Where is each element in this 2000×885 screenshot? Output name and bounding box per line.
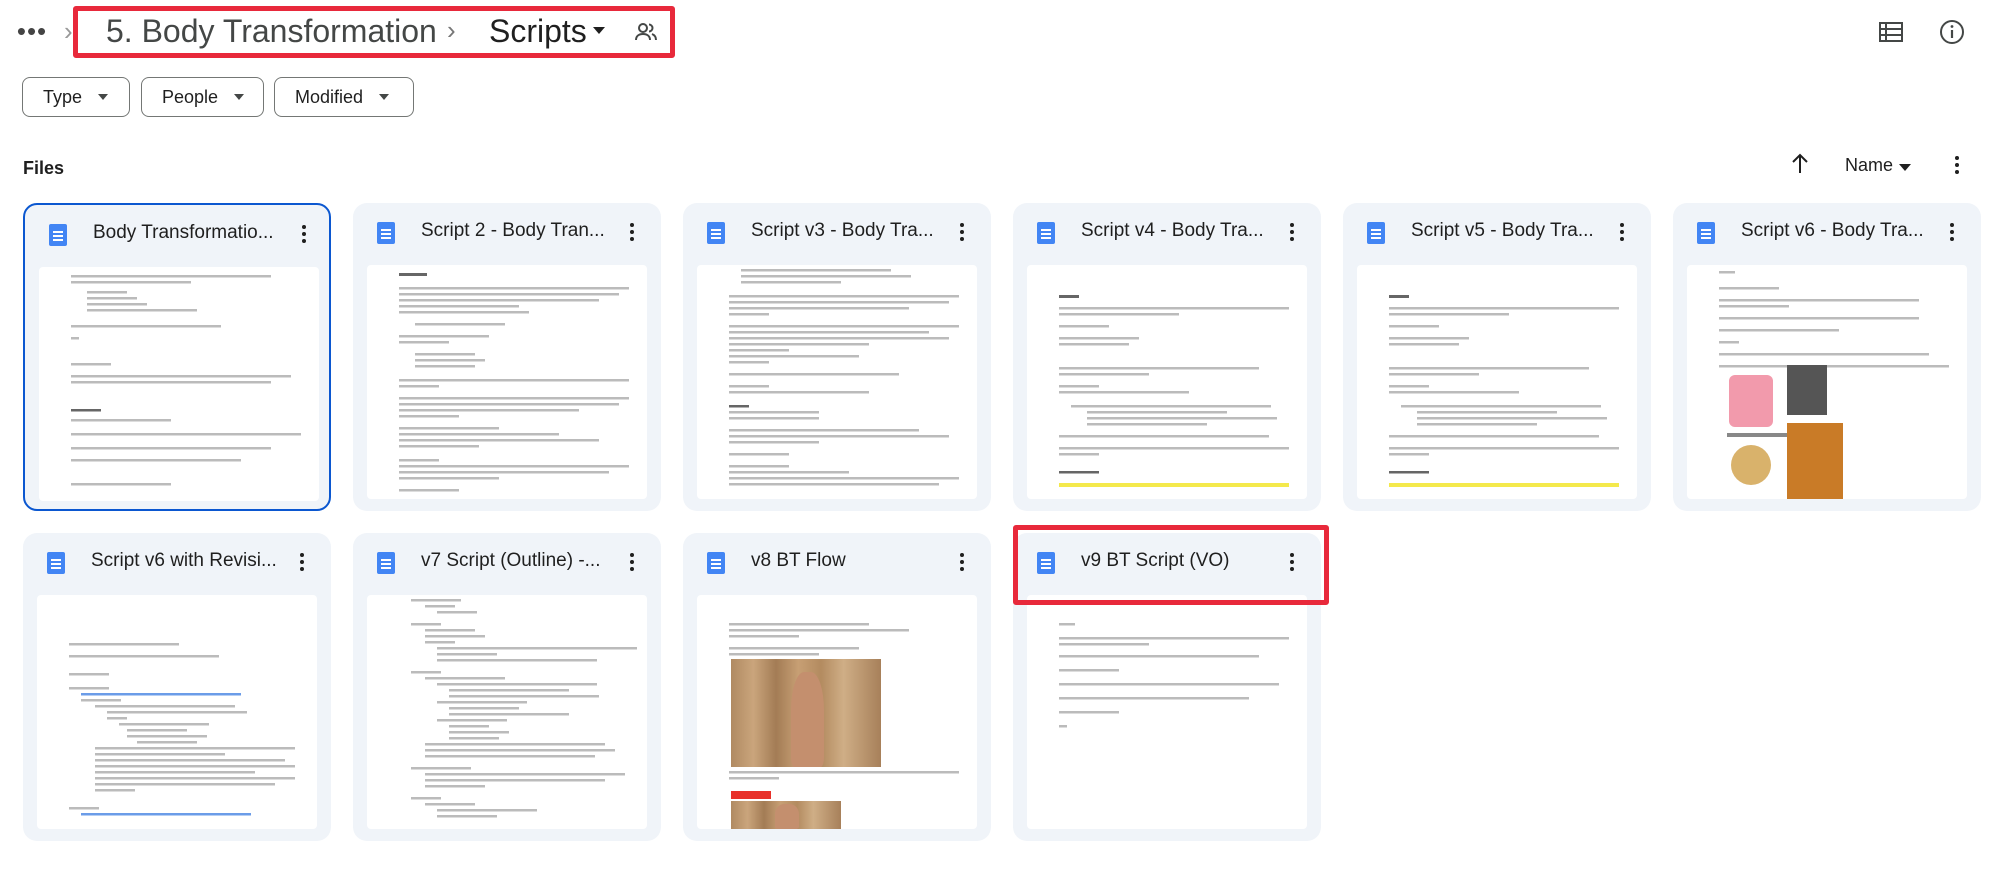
list-view-icon[interactable]: [1878, 20, 1904, 44]
google-docs-icon: [707, 552, 725, 574]
more-vert-icon[interactable]: [955, 550, 969, 576]
google-docs-icon: [1037, 222, 1055, 244]
google-docs-icon: [49, 224, 67, 246]
thumbnail-photo-image: [731, 659, 881, 767]
more-vert-icon[interactable]: [295, 550, 309, 576]
document-preview-lines: [1719, 271, 1949, 499]
file-card-header: Body Transformatio...: [25, 205, 329, 265]
file-thumbnail: [367, 595, 647, 829]
google-docs-icon: [707, 222, 725, 244]
people-filter-label: People: [162, 86, 219, 107]
chevron-down-icon[interactable]: [593, 27, 605, 34]
file-card[interactable]: Script v6 with Revisi...: [23, 533, 331, 841]
more-vert-icon[interactable]: [1946, 153, 1968, 177]
file-card[interactable]: Script v4 - Body Tra...: [1013, 203, 1321, 511]
more-vert-icon[interactable]: [625, 550, 639, 576]
file-thumbnail: [1027, 595, 1307, 829]
file-card-header: Script v6 - Body Tra...: [1673, 203, 1981, 263]
document-preview-lines: [71, 275, 301, 486]
thumbnail-caption-label: [731, 791, 771, 799]
sort-direction-icon[interactable]: [1788, 151, 1812, 177]
file-title[interactable]: Script v6 with Revisi...: [91, 550, 277, 572]
document-preview-lines: [1059, 623, 1289, 728]
chevron-down-icon: [379, 94, 390, 100]
google-docs-icon: [47, 552, 65, 574]
breadcrumb-separator-icon: ›: [447, 15, 456, 45]
more-vert-icon[interactable]: [955, 220, 969, 246]
document-preview-lines: [69, 643, 295, 816]
file-title[interactable]: Body Transformatio...: [93, 222, 279, 244]
file-thumbnail: [1357, 265, 1637, 499]
file-card-header: Script v3 - Body Tra...: [683, 203, 991, 263]
thumbnail-photo-image: [1787, 365, 1827, 415]
document-preview-lines: [729, 269, 959, 486]
type-filter-label: Type: [43, 86, 83, 107]
google-docs-icon: [1697, 222, 1715, 244]
more-vert-icon[interactable]: [625, 220, 639, 246]
thumbnail-meme-image: [1729, 375, 1773, 427]
file-card[interactable]: Script v5 - Body Tra...: [1343, 203, 1651, 511]
modified-filter-label: Modified: [295, 86, 364, 107]
file-card-header: v7 Script (Outline) -...: [353, 533, 661, 593]
file-title[interactable]: v8 BT Flow: [751, 550, 937, 572]
highlight-box: [1013, 525, 1329, 605]
more-vert-icon[interactable]: [1615, 220, 1629, 246]
file-title[interactable]: Script v5 - Body Tra...: [1411, 220, 1597, 242]
shared-folder-icon[interactable]: [634, 20, 658, 44]
file-thumbnail: [367, 265, 647, 499]
breadcrumb-parent-folder[interactable]: 5. Body Transformation: [106, 13, 437, 50]
more-vert-icon[interactable]: [1945, 220, 1959, 246]
document-preview-lines: [1059, 295, 1289, 487]
file-card-header: v8 BT Flow: [683, 533, 991, 593]
file-card[interactable]: Body Transformatio...: [23, 203, 331, 511]
file-thumbnail: [1687, 265, 1967, 499]
document-preview-lines: [399, 273, 629, 492]
file-thumbnail: [37, 595, 317, 829]
file-card[interactable]: Script 2 - Body Tran...: [353, 203, 661, 511]
file-card[interactable]: v8 BT Flow: [683, 533, 991, 841]
chevron-down-icon[interactable]: [1899, 164, 1911, 171]
file-thumbnail: [39, 267, 319, 501]
thumbnail-photo-image: [1787, 423, 1843, 499]
file-card[interactable]: Script v6 - Body Tra...: [1673, 203, 1981, 511]
more-vert-icon[interactable]: [297, 222, 311, 248]
google-docs-icon: [377, 222, 395, 244]
google-docs-icon: [1367, 222, 1385, 244]
file-title[interactable]: Script v3 - Body Tra...: [751, 220, 937, 242]
file-card[interactable]: v7 Script (Outline) -...: [353, 533, 661, 841]
thumbnail-meme-image: [1731, 445, 1771, 485]
thumbnail-photo-image: [731, 801, 841, 829]
file-title[interactable]: v7 Script (Outline) -...: [421, 550, 607, 572]
file-thumbnail: [697, 595, 977, 829]
modified-filter[interactable]: Modified: [274, 77, 414, 117]
breadcrumb-separator-icon: ›: [64, 16, 73, 46]
file-title[interactable]: Script 2 - Body Tran...: [421, 220, 607, 242]
people-filter[interactable]: People: [141, 77, 264, 117]
file-card[interactable]: Script v3 - Body Tra...: [683, 203, 991, 511]
file-title[interactable]: Script v6 - Body Tra...: [1741, 220, 1927, 242]
top-bar: ••• › 5. Body Transformation › Scripts: [0, 0, 2000, 70]
more-vert-icon[interactable]: [1285, 220, 1299, 246]
file-card-header: Script v4 - Body Tra...: [1013, 203, 1321, 263]
sort-by-button[interactable]: Name: [1845, 155, 1893, 176]
breadcrumb-current-folder[interactable]: Scripts: [489, 13, 587, 50]
chevron-down-icon: [98, 94, 109, 100]
document-preview-lines: [1389, 295, 1619, 487]
file-thumbnail: [697, 265, 977, 499]
info-icon[interactable]: [1939, 19, 1965, 45]
file-title[interactable]: Script v4 - Body Tra...: [1081, 220, 1267, 242]
file-card-header: Script 2 - Body Tran...: [353, 203, 661, 263]
google-docs-icon: [377, 552, 395, 574]
file-thumbnail: [1027, 265, 1307, 499]
document-preview-lines: [411, 599, 637, 818]
file-card-header: Script v6 with Revisi...: [23, 533, 331, 593]
type-filter[interactable]: Type: [22, 77, 130, 117]
file-card-header: Script v5 - Body Tra...: [1343, 203, 1651, 263]
chevron-down-icon: [234, 94, 245, 100]
more-options-icon[interactable]: •••: [17, 16, 46, 46]
section-title: Files: [23, 158, 65, 178]
